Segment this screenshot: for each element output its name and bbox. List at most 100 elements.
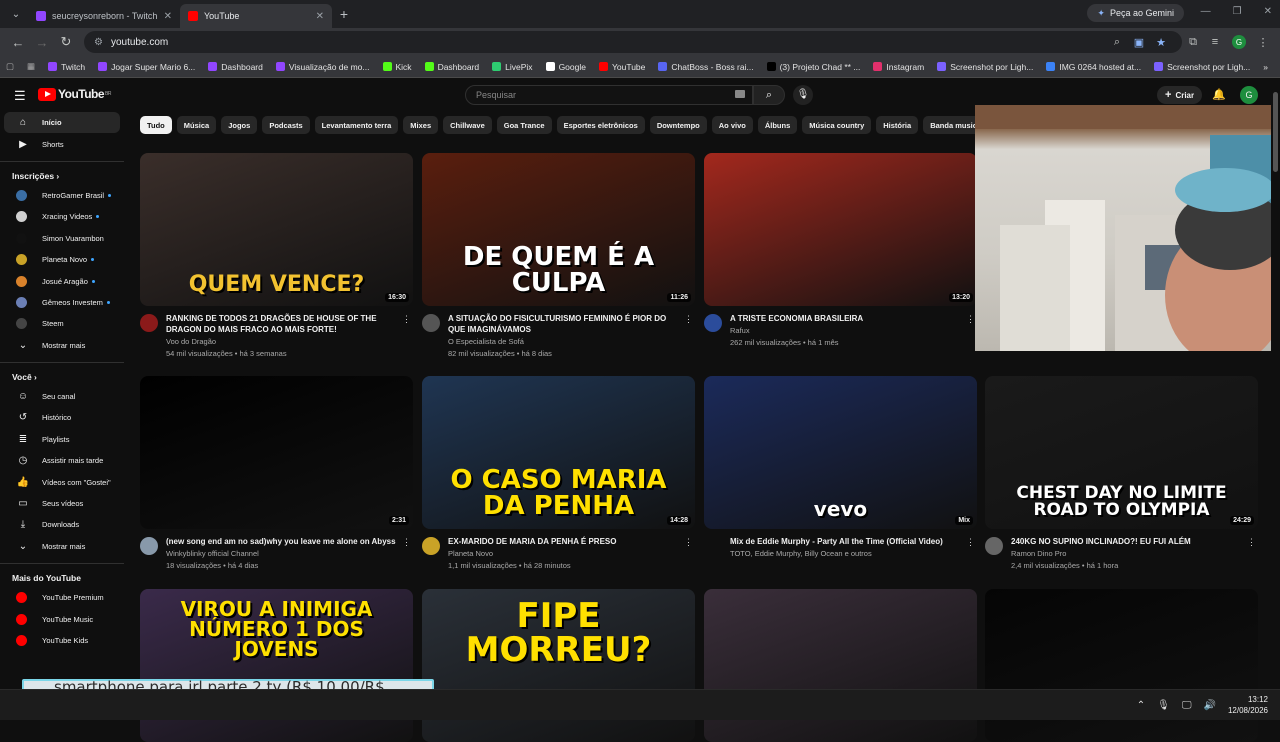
more-from-youtube-item[interactable]: YouTube Music bbox=[4, 608, 120, 629]
filter-chip[interactable]: Ao vivo bbox=[711, 116, 753, 134]
keyboard-icon[interactable] bbox=[735, 90, 745, 98]
more-actions-icon[interactable]: ⋮ bbox=[402, 314, 411, 325]
bookmark-item[interactable]: Jogar Super Mario 6... bbox=[98, 62, 195, 72]
site-info-icon[interactable]: ⚙ bbox=[94, 37, 103, 48]
reload-icon[interactable]: ↻ bbox=[54, 34, 78, 50]
more-actions-icon[interactable]: ⋮ bbox=[402, 537, 411, 548]
subscriptions-show-more[interactable]: ⌄ Mostrar mais bbox=[4, 335, 120, 356]
video-title[interactable]: Mix de Eddie Murphy - Party All the Time… bbox=[730, 536, 977, 547]
tray-overflow-icon[interactable]: ⌃ bbox=[1137, 700, 1145, 711]
video-card[interactable]: vevo Mix Mix de Eddie Murphy - Party All t… bbox=[704, 376, 977, 589]
page-scrollbar[interactable] bbox=[1271, 82, 1280, 687]
video-title[interactable]: (new song end am no sad)why you leave me… bbox=[166, 536, 413, 547]
channel-name[interactable]: Voo do Dragão bbox=[166, 337, 413, 346]
video-thumbnail[interactable]: 2:31 bbox=[140, 376, 413, 529]
video-card[interactable]: QUEM VENCE? 16:30 RANKING DE TODOS 21 DRAG… bbox=[140, 153, 413, 366]
video-title[interactable]: RANKING DE TODOS 21 DRAGÕES DE HOUSE OF … bbox=[166, 313, 413, 335]
search-input[interactable]: Pesquisar bbox=[465, 85, 753, 105]
account-avatar[interactable]: G bbox=[1240, 86, 1258, 104]
channel-name[interactable]: Winkyblinky official Channel bbox=[166, 549, 413, 558]
url-field[interactable]: ⚙ youtube.com ⌕ ▣ ★ bbox=[84, 31, 1182, 53]
filter-chip[interactable]: Goa Trance bbox=[496, 116, 552, 134]
bookmark-item[interactable]: Google bbox=[545, 62, 586, 72]
more-actions-icon[interactable]: ⋮ bbox=[684, 537, 693, 548]
sidebar-item-your-videos[interactable]: ▭ Seus vídeos bbox=[4, 493, 120, 514]
back-icon[interactable]: ← bbox=[6, 35, 30, 50]
forward-icon[interactable]: → bbox=[30, 35, 54, 50]
bookmark-item[interactable]: Screenshot por Ligh... bbox=[937, 62, 1033, 72]
reading-list-icon[interactable]: ≡ bbox=[1204, 36, 1226, 48]
bookmark-item[interactable]: Dashboard bbox=[208, 62, 263, 72]
sidebar-item-chevron-down[interactable]: ⌄ Mostrar mais bbox=[4, 536, 120, 557]
subscriptions-heading[interactable]: Inscrições › bbox=[0, 160, 124, 185]
bookmark-item[interactable]: YouTube bbox=[598, 62, 645, 72]
volume-icon[interactable]: 🔊 bbox=[1204, 700, 1216, 711]
video-thumbnail[interactable]: CHEST DAY NO LIMITE ROAD TO OLYMPIA 24:29 bbox=[985, 376, 1258, 529]
new-tab-button[interactable]: + bbox=[332, 6, 356, 22]
gemini-button[interactable]: ✦ Peça ao Gemini bbox=[1087, 4, 1184, 22]
menu-icon[interactable]: ☰ bbox=[14, 88, 26, 104]
subscription-item[interactable]: Xracing Videos bbox=[4, 206, 120, 227]
video-thumbnail[interactable]: vevo Mix bbox=[704, 376, 977, 529]
bookmark-sidepanel-icon[interactable]: ▢ bbox=[6, 61, 14, 72]
more-from-youtube-item[interactable]: YouTube Premium bbox=[4, 587, 120, 608]
bookmark-star-icon[interactable]: ★ bbox=[1150, 36, 1172, 49]
minimize-icon[interactable]: — bbox=[1201, 6, 1211, 17]
channel-avatar[interactable] bbox=[422, 314, 440, 332]
channel-name[interactable]: Ramon Dino Pro bbox=[1011, 549, 1258, 558]
filter-chip[interactable]: Jogos bbox=[221, 116, 258, 134]
sidebar-item-home[interactable]: ⌂ Início bbox=[4, 112, 120, 134]
restore-icon[interactable]: ❐ bbox=[1233, 6, 1242, 17]
close-window-icon[interactable]: ✕ bbox=[1264, 6, 1272, 17]
notifications-bell-icon[interactable]: 🔔 bbox=[1212, 88, 1226, 101]
filter-chip[interactable]: Música bbox=[176, 116, 217, 134]
channel-avatar[interactable] bbox=[422, 537, 440, 555]
sidebar-item-playlists[interactable]: ≣ Playlists bbox=[4, 429, 120, 450]
channel-name[interactable]: O Especialista de Sofá bbox=[448, 337, 695, 346]
sidebar-item-download[interactable]: ⤓ Downloads bbox=[4, 514, 120, 535]
sidebar-item-channel[interactable]: ☺ Seu canal bbox=[4, 386, 120, 407]
subscription-item[interactable]: Gêmeos Investem bbox=[4, 292, 120, 313]
system-clock[interactable]: 13:12 12/08/2026 bbox=[1228, 694, 1268, 716]
video-title[interactable]: A TRISTE ECONOMIA BRASILEIRA bbox=[730, 313, 977, 324]
video-thumbnail[interactable]: QUEM VENCE? 16:30 bbox=[140, 153, 413, 306]
filter-chip[interactable]: Tudo bbox=[140, 116, 172, 134]
filter-chip[interactable]: Banda musical bbox=[923, 116, 975, 134]
sidebar-item-history[interactable]: ↺ Histórico bbox=[4, 407, 120, 428]
youtube-logo[interactable]: YouTube BR bbox=[38, 87, 111, 101]
bookmark-item[interactable]: IMG 0264 hosted at... bbox=[1046, 62, 1141, 72]
bookmark-item[interactable]: Instagram bbox=[873, 62, 924, 72]
subscription-item[interactable]: Steem bbox=[4, 313, 120, 334]
video-title[interactable]: EX-MARIDO DE MARIA DA PENHA É PRESO bbox=[448, 536, 695, 547]
zoom-icon[interactable]: ⌕ bbox=[1106, 36, 1128, 49]
filter-chip[interactable]: Música country bbox=[802, 116, 872, 134]
subscription-item[interactable]: RetroGamer Brasil bbox=[4, 185, 120, 206]
profile-avatar[interactable]: G bbox=[1232, 35, 1246, 49]
filter-chip[interactable]: História bbox=[876, 116, 919, 134]
video-title[interactable]: 240KG NO SUPINO INCLINADO?! EU FUI ALÉM bbox=[1011, 536, 1258, 547]
bookmark-item[interactable]: Twitch bbox=[48, 62, 85, 72]
bookmark-item[interactable]: Screenshot por Ligh... bbox=[1154, 62, 1250, 72]
you-heading[interactable]: Você › bbox=[0, 361, 124, 386]
bookmark-item[interactable]: Visualização de mo... bbox=[275, 62, 370, 72]
tab-search-icon[interactable]: ⌄ bbox=[4, 9, 28, 20]
bookmark-item[interactable]: LivePix bbox=[492, 62, 533, 72]
subscription-item[interactable]: Planeta Novo bbox=[4, 249, 120, 270]
filter-chip[interactable]: Álbuns bbox=[757, 116, 798, 134]
voice-search-button[interactable]: 🎙 bbox=[793, 85, 813, 105]
network-icon[interactable]: 🖵 bbox=[1182, 700, 1192, 711]
filter-chip[interactable]: Downtempo bbox=[649, 116, 707, 134]
bookmark-item[interactable]: Kick bbox=[382, 62, 412, 72]
sidebar-item-watch-later[interactable]: ◷ Assistir mais tarde bbox=[4, 450, 120, 471]
bookmarks-overflow-icon[interactable]: » bbox=[1263, 62, 1268, 72]
filter-chip[interactable]: Podcasts bbox=[262, 116, 310, 134]
more-from-youtube-item[interactable]: YouTube Kids bbox=[4, 630, 120, 651]
scrollbar-thumb[interactable] bbox=[1273, 92, 1278, 172]
filter-chip[interactable]: Levantamento terra bbox=[314, 116, 399, 134]
channel-avatar[interactable] bbox=[140, 537, 158, 555]
video-card[interactable]: 13:20 A TRISTE ECONOMIA BRASILEIRA Rafux 26… bbox=[704, 153, 977, 366]
channel-avatar[interactable] bbox=[140, 314, 158, 332]
video-thumbnail[interactable]: 13:20 bbox=[704, 153, 977, 306]
bookmark-item[interactable]: ChatBoss - Boss rai... bbox=[658, 62, 754, 72]
more-actions-icon[interactable]: ⋮ bbox=[684, 314, 693, 325]
